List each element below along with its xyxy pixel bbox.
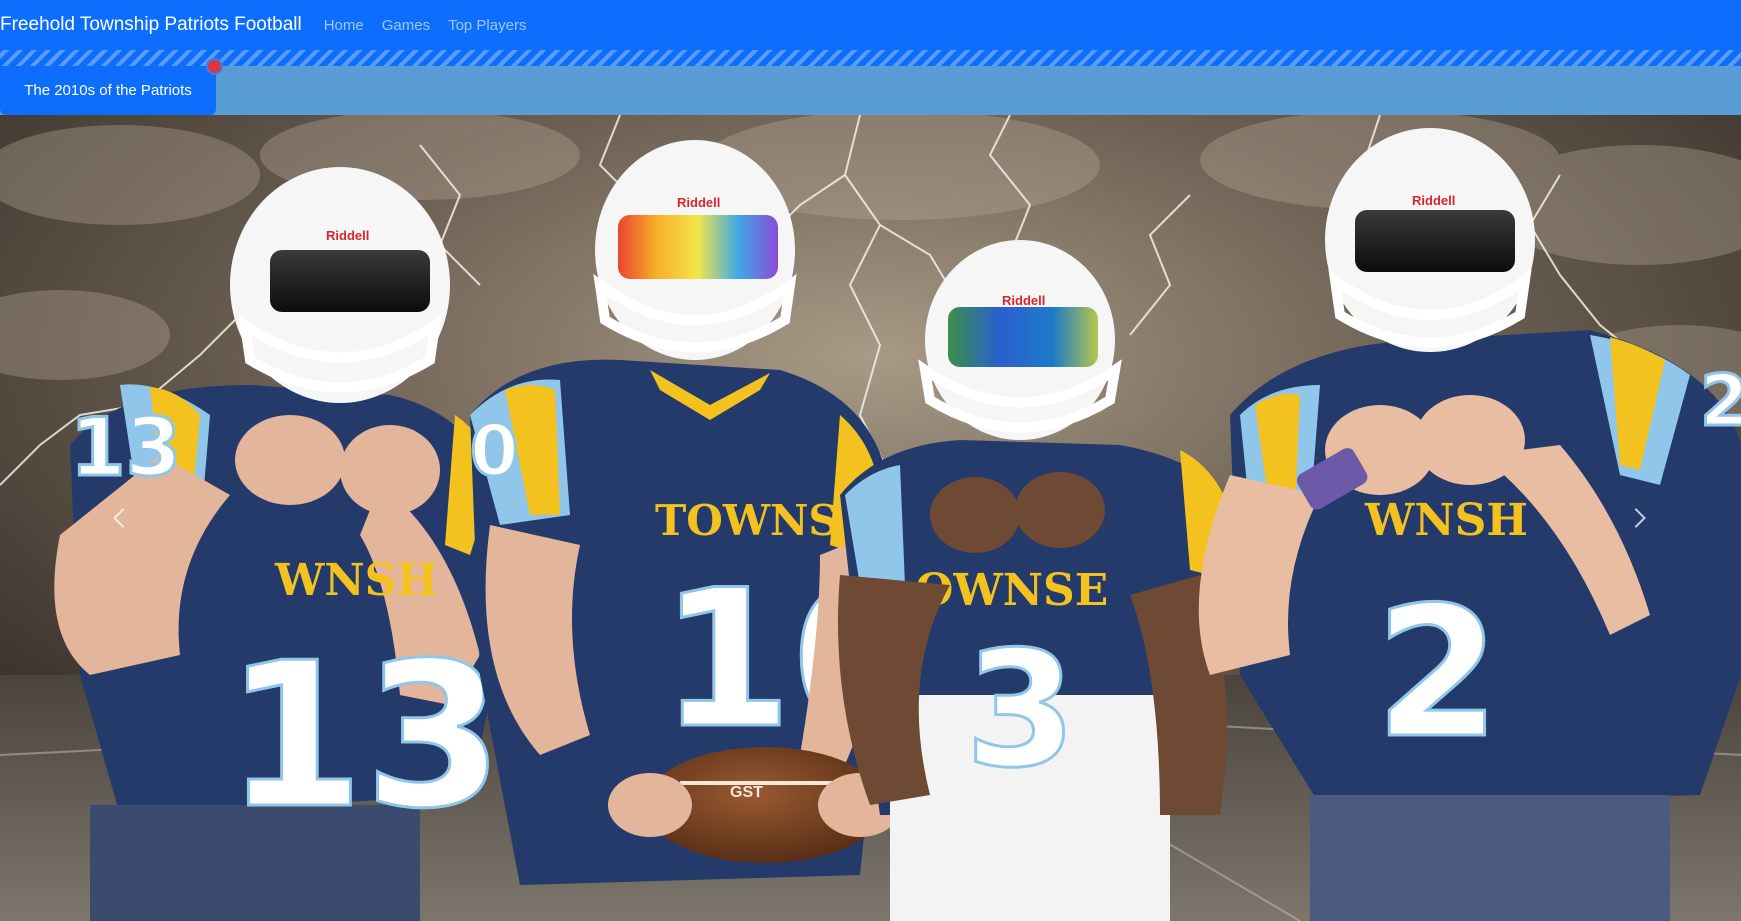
svg-text:2: 2 xyxy=(1375,569,1500,778)
brand-title[interactable]: Freehold Township Patriots Football xyxy=(0,14,302,36)
svg-text:2: 2 xyxy=(1700,360,1741,442)
top-navbar: Freehold Township Patriots Football Home… xyxy=(0,0,1741,50)
svg-text:WNSH: WNSH xyxy=(1364,495,1528,546)
carousel-slide-image: 13 WNSH 13 Riddell 0 TOWNSHIP 10 GST Rid… xyxy=(0,115,1741,921)
svg-text:0: 0 xyxy=(470,410,519,492)
svg-text:13: 13 xyxy=(225,620,503,853)
svg-text:GST: GST xyxy=(730,784,763,801)
nav-link-games[interactable]: Games xyxy=(382,17,430,34)
svg-text:Riddell: Riddell xyxy=(1002,293,1045,308)
chevron-right-icon xyxy=(1626,508,1646,528)
svg-text:Riddell: Riddell xyxy=(677,195,720,210)
svg-text:Riddell: Riddell xyxy=(1412,193,1455,208)
svg-text:3: 3 xyxy=(965,616,1076,803)
tab-2010s[interactable]: The 2010s of the Patriots xyxy=(0,66,216,115)
carousel-prev-button[interactable] xyxy=(58,115,188,921)
svg-text:WNSH: WNSH xyxy=(274,555,438,606)
carousel-next-button[interactable] xyxy=(1571,115,1701,921)
svg-text:Riddell: Riddell xyxy=(326,228,369,243)
tab-bar: The 2010s of the Patriots xyxy=(0,66,1741,115)
decorative-stripe xyxy=(0,50,1741,66)
hero-carousel: 13 WNSH 13 Riddell 0 TOWNSHIP 10 GST Rid… xyxy=(0,115,1741,921)
nav-link-top-players[interactable]: Top Players xyxy=(448,17,526,34)
nav-links: Home Games Top Players xyxy=(324,17,527,34)
chevron-left-icon xyxy=(113,508,133,528)
notification-badge xyxy=(206,58,223,75)
nav-link-home[interactable]: Home xyxy=(324,17,364,34)
